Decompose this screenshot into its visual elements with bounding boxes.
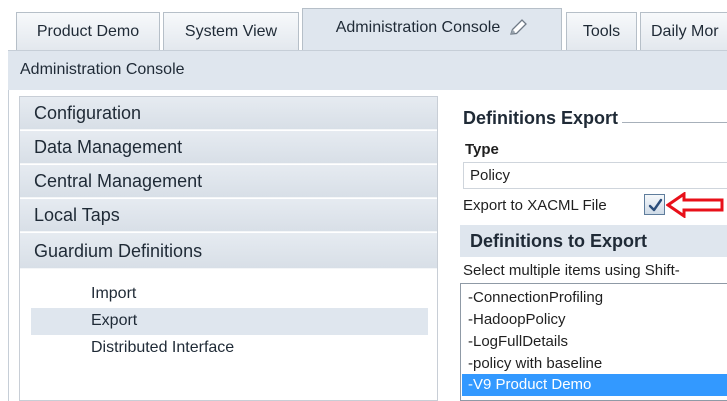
tab-daily-monitor[interactable]: Daily Mor	[640, 12, 727, 50]
type-field[interactable]: Policy	[463, 162, 727, 189]
nav-section-label: Guardium Definitions	[34, 241, 203, 261]
console-header: Administration Console	[8, 50, 727, 90]
nav-item-label: Distributed Interface	[91, 339, 235, 356]
nav-section-guardium-definitions[interactable]: Guardium Definitions	[20, 233, 437, 269]
nav-section-label: Data Management	[34, 137, 183, 157]
nav-item-import[interactable]: Import	[31, 281, 428, 308]
type-value: Policy	[470, 167, 511, 184]
definitions-listbox[interactable]: -ConnectionProfiling -HadoopPolicy -LogF…	[460, 283, 727, 401]
export-xacml-checkbox[interactable]	[644, 194, 665, 215]
nav-section-label: Configuration	[34, 103, 142, 123]
list-item[interactable]: -ConnectionProfiling	[462, 287, 727, 309]
nav-section-local-taps[interactable]: Local Taps	[20, 199, 437, 232]
list-item-label: -V9 Product Demo	[468, 376, 592, 393]
list-item-label: -HadoopPolicy	[468, 311, 566, 328]
nav-sub-list: Import Export Distributed Interface	[20, 279, 437, 363]
pencil-icon[interactable]	[508, 19, 528, 42]
tab-label: Administration Console	[335, 19, 501, 36]
list-item[interactable]: -HadoopPolicy	[462, 309, 727, 331]
tab-label: Daily Mor	[651, 22, 719, 40]
list-item-label: -LogFullDetails	[468, 333, 569, 350]
tab-administration-console[interactable]: Administration Console	[302, 8, 562, 50]
tab-label: Product Demo	[36, 22, 140, 40]
tab-product-demo[interactable]: Product Demo	[16, 12, 160, 50]
panel-title-text: Definitions Export	[463, 108, 619, 128]
list-item-selected[interactable]: -V9 Product Demo	[462, 374, 727, 396]
select-hint: Select multiple items using Shift-	[463, 262, 680, 279]
nav-item-export[interactable]: Export	[31, 308, 428, 335]
list-item-label: -ConnectionProfiling	[468, 289, 604, 306]
nav-section-configuration[interactable]: Configuration	[20, 97, 437, 130]
list-item[interactable]: -policy with baseline	[462, 353, 727, 375]
nav-section-label: Central Management	[34, 171, 203, 191]
nav-section-data-management[interactable]: Data Management	[20, 131, 437, 164]
nav-item-label: Import	[91, 285, 137, 302]
tab-bar: Product Demo System View Administration …	[0, 0, 727, 50]
export-xacml-label: Export to XACML File	[463, 197, 607, 214]
title-divider	[622, 122, 727, 123]
nav-section-central-management[interactable]: Central Management	[20, 165, 437, 198]
defs-header-text: Definitions to Export	[470, 231, 647, 251]
tab-label: System View	[184, 22, 278, 40]
nav-section-label: Local Taps	[34, 205, 120, 225]
nav-item-distributed-interface[interactable]: Distributed Interface	[31, 335, 428, 362]
tab-label: Tools	[582, 22, 621, 40]
page-title: Administration Console	[20, 61, 185, 78]
checkmark-icon	[648, 198, 663, 212]
list-item-label: -policy with baseline	[468, 355, 603, 372]
definitions-export-title: Definitions Export	[463, 108, 727, 129]
definitions-to-export-header: Definitions to Export	[460, 225, 727, 257]
list-item[interactable]: -LogFullDetails	[462, 331, 727, 353]
type-label: Type	[465, 141, 499, 158]
nav-item-label: Export	[91, 312, 138, 329]
tab-tools[interactable]: Tools	[566, 12, 637, 50]
tab-system-view[interactable]: System View	[163, 12, 299, 50]
annotation-arrow-icon	[665, 191, 724, 223]
admin-nav-tree: Configuration Data Management Central Ma…	[19, 96, 438, 401]
